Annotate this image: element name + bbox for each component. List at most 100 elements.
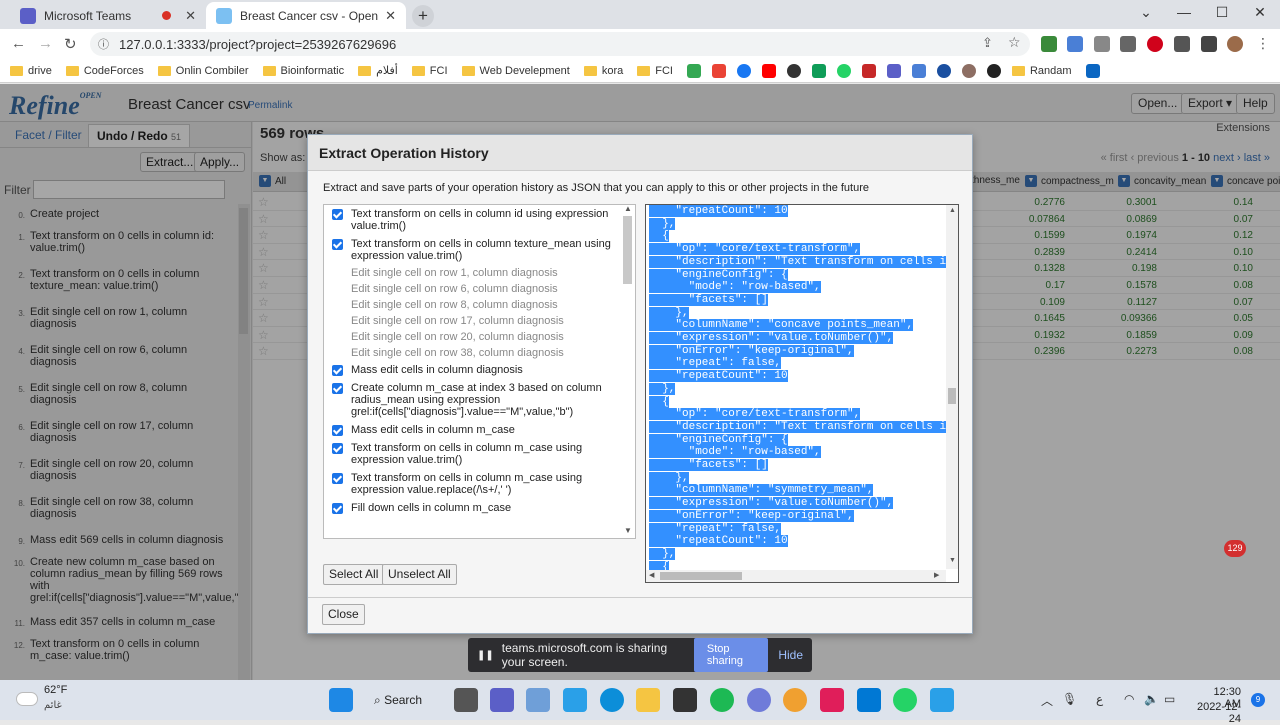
scroll-down-icon[interactable]: ▼ — [624, 526, 632, 535]
sidebar-icon[interactable] — [1201, 36, 1217, 52]
minimize-icon[interactable]: — — [1166, 4, 1202, 20]
new-tab-button[interactable]: + — [412, 5, 434, 27]
operation-checkbox[interactable] — [332, 383, 343, 394]
scrollbar-thumb[interactable] — [623, 216, 632, 284]
gmail-icon[interactable] — [711, 63, 726, 78]
json-textarea[interactable]: "repeatCount": 10 }, { "op": "core/text-… — [645, 204, 959, 583]
close-icon[interactable]: ✕ — [385, 8, 396, 24]
extension-icon[interactable] — [1120, 36, 1136, 52]
scroll-up-icon[interactable]: ▲ — [949, 207, 956, 214]
slack-icon[interactable] — [820, 688, 844, 712]
address-bar[interactable]: ⓘ 127.0.0.1:3333/project?project=2539267… — [90, 32, 1030, 56]
puzzle-icon[interactable] — [1174, 36, 1190, 52]
wifi-icon[interactable]: ◠ — [1124, 692, 1134, 706]
scroll-left-icon[interactable]: ◀ — [649, 571, 654, 579]
star-icon[interactable]: ☆ — [1008, 34, 1021, 51]
translate-icon[interactable] — [911, 63, 926, 78]
operation-item[interactable]: Fill down cells in column m_case — [324, 499, 635, 517]
extension-icon[interactable] — [986, 63, 1001, 78]
operation-item[interactable]: Text transform on cells in column m_case… — [324, 439, 635, 469]
operation-item[interactable]: Text transform on cells in column id usi… — [324, 205, 635, 235]
unselect-all-button[interactable]: Unselect All — [382, 564, 457, 585]
date[interactable]: 2022-12-24 — [1185, 701, 1241, 725]
scrollbar-thumb[interactable] — [948, 388, 956, 404]
translate-icon[interactable] — [1067, 36, 1083, 52]
extension-icon[interactable] — [1041, 36, 1057, 52]
weather-desc[interactable]: غائم — [44, 700, 62, 711]
language-indicator[interactable]: ع — [1096, 692, 1103, 706]
r-icon[interactable] — [747, 688, 771, 712]
start-icon[interactable] — [329, 688, 353, 712]
photos-icon[interactable] — [526, 688, 550, 712]
operation-checkbox[interactable] — [332, 443, 343, 454]
sheets-icon[interactable] — [811, 63, 826, 78]
bookmark[interactable]: أفلام — [358, 64, 398, 77]
operation-item[interactable]: Edit single cell on row 1, column diagno… — [324, 265, 635, 281]
bookmark[interactable]: Web Develepment — [461, 65, 570, 77]
tab-search-icon[interactable]: ⌄ — [1128, 4, 1164, 21]
edge-icon[interactable] — [600, 688, 624, 712]
maps-icon[interactable] — [686, 63, 701, 78]
extension-icon[interactable] — [961, 63, 976, 78]
opera-icon[interactable] — [1147, 36, 1163, 52]
chevron-up-icon[interactable]: ︿ — [1041, 692, 1053, 709]
operation-item[interactable]: Mass edit cells in column diagnosis — [324, 361, 635, 379]
stop-sharing-button[interactable]: Stop sharing — [693, 638, 769, 672]
scrollbar-thumb[interactable] — [660, 572, 742, 580]
back-icon[interactable]: ← — [11, 35, 26, 52]
operation-item[interactable]: Create column m_case at index 3 based on… — [324, 379, 635, 421]
telegram-icon[interactable] — [930, 688, 954, 712]
operation-item[interactable]: Edit single cell on row 20, column diagn… — [324, 329, 635, 345]
scroll-down-icon[interactable]: ▼ — [949, 557, 956, 564]
json-vertical-scrollbar[interactable]: ▲ ▼ — [946, 205, 958, 569]
github-icon[interactable] — [786, 63, 801, 78]
notification-count[interactable]: 9 — [1251, 693, 1265, 707]
operation-checkbox[interactable] — [332, 365, 343, 376]
operation-item[interactable]: Edit single cell on row 38, column diagn… — [324, 345, 635, 361]
scroll-right-icon[interactable]: ▶ — [934, 571, 939, 579]
battery-icon[interactable]: ▭ — [1164, 692, 1175, 706]
bookmark[interactable]: kora — [583, 65, 623, 77]
store-icon[interactable] — [673, 688, 697, 712]
bookmark[interactable]: CodeForces — [65, 65, 144, 77]
json-horizontal-scrollbar[interactable]: ◀ ▶ — [646, 570, 946, 582]
operation-checkbox[interactable] — [332, 473, 343, 484]
task-view-icon[interactable] — [454, 688, 478, 712]
operation-checkbox[interactable] — [332, 503, 343, 514]
maximize-icon[interactable]: ☐ — [1204, 4, 1240, 21]
teams-icon[interactable] — [886, 63, 901, 78]
scroll-up-icon[interactable]: ▲ — [624, 204, 632, 213]
linkedin-icon[interactable] — [1085, 63, 1100, 78]
file-explorer-icon[interactable] — [636, 688, 660, 712]
app-icon[interactable] — [563, 688, 587, 712]
vscode-icon[interactable] — [857, 688, 881, 712]
bookmark[interactable]: Bioinformatic — [262, 65, 344, 77]
hide-button[interactable]: Hide — [778, 648, 803, 662]
operation-item[interactable]: Text transform on cells in column textur… — [324, 235, 635, 265]
taskbar-search[interactable]: ⌕ Search — [374, 688, 434, 712]
operation-checkbox[interactable] — [332, 239, 343, 250]
facebook-icon[interactable] — [736, 63, 751, 78]
whatsapp-icon[interactable] — [893, 688, 917, 712]
volume-icon[interactable]: 🔈 — [1144, 692, 1159, 706]
operation-item[interactable]: Mass edit cells in column m_case — [324, 421, 635, 439]
menu-icon[interactable]: ⋮ — [1256, 35, 1270, 52]
chrome-icon[interactable] — [783, 688, 807, 712]
operation-item[interactable]: Text transform on cells in column m_case… — [324, 469, 635, 499]
operation-item[interactable]: Edit single cell on row 6, column diagno… — [324, 281, 635, 297]
operation-item[interactable]: Edit single cell on row 8, column diagno… — [324, 297, 635, 313]
operation-checkbox[interactable] — [332, 425, 343, 436]
bookmark[interactable]: FCI — [411, 65, 448, 77]
close-button[interactable]: Close — [322, 604, 365, 625]
bookmark[interactable]: Randam — [1011, 65, 1072, 77]
close-icon[interactable]: ✕ — [185, 8, 196, 24]
extension-icon[interactable] — [861, 63, 876, 78]
whatsapp-icon[interactable] — [836, 63, 851, 78]
chat-icon[interactable] — [490, 688, 514, 712]
notification-badge[interactable]: 129 — [1224, 540, 1246, 557]
bookmark[interactable]: Onlin Combiler — [157, 65, 249, 77]
bookmark[interactable]: drive — [10, 65, 52, 77]
select-all-button[interactable]: Select All — [323, 564, 385, 585]
tab-teams[interactable]: Microsoft Teams ✕ — [10, 2, 206, 29]
avatar[interactable] — [1227, 36, 1243, 52]
